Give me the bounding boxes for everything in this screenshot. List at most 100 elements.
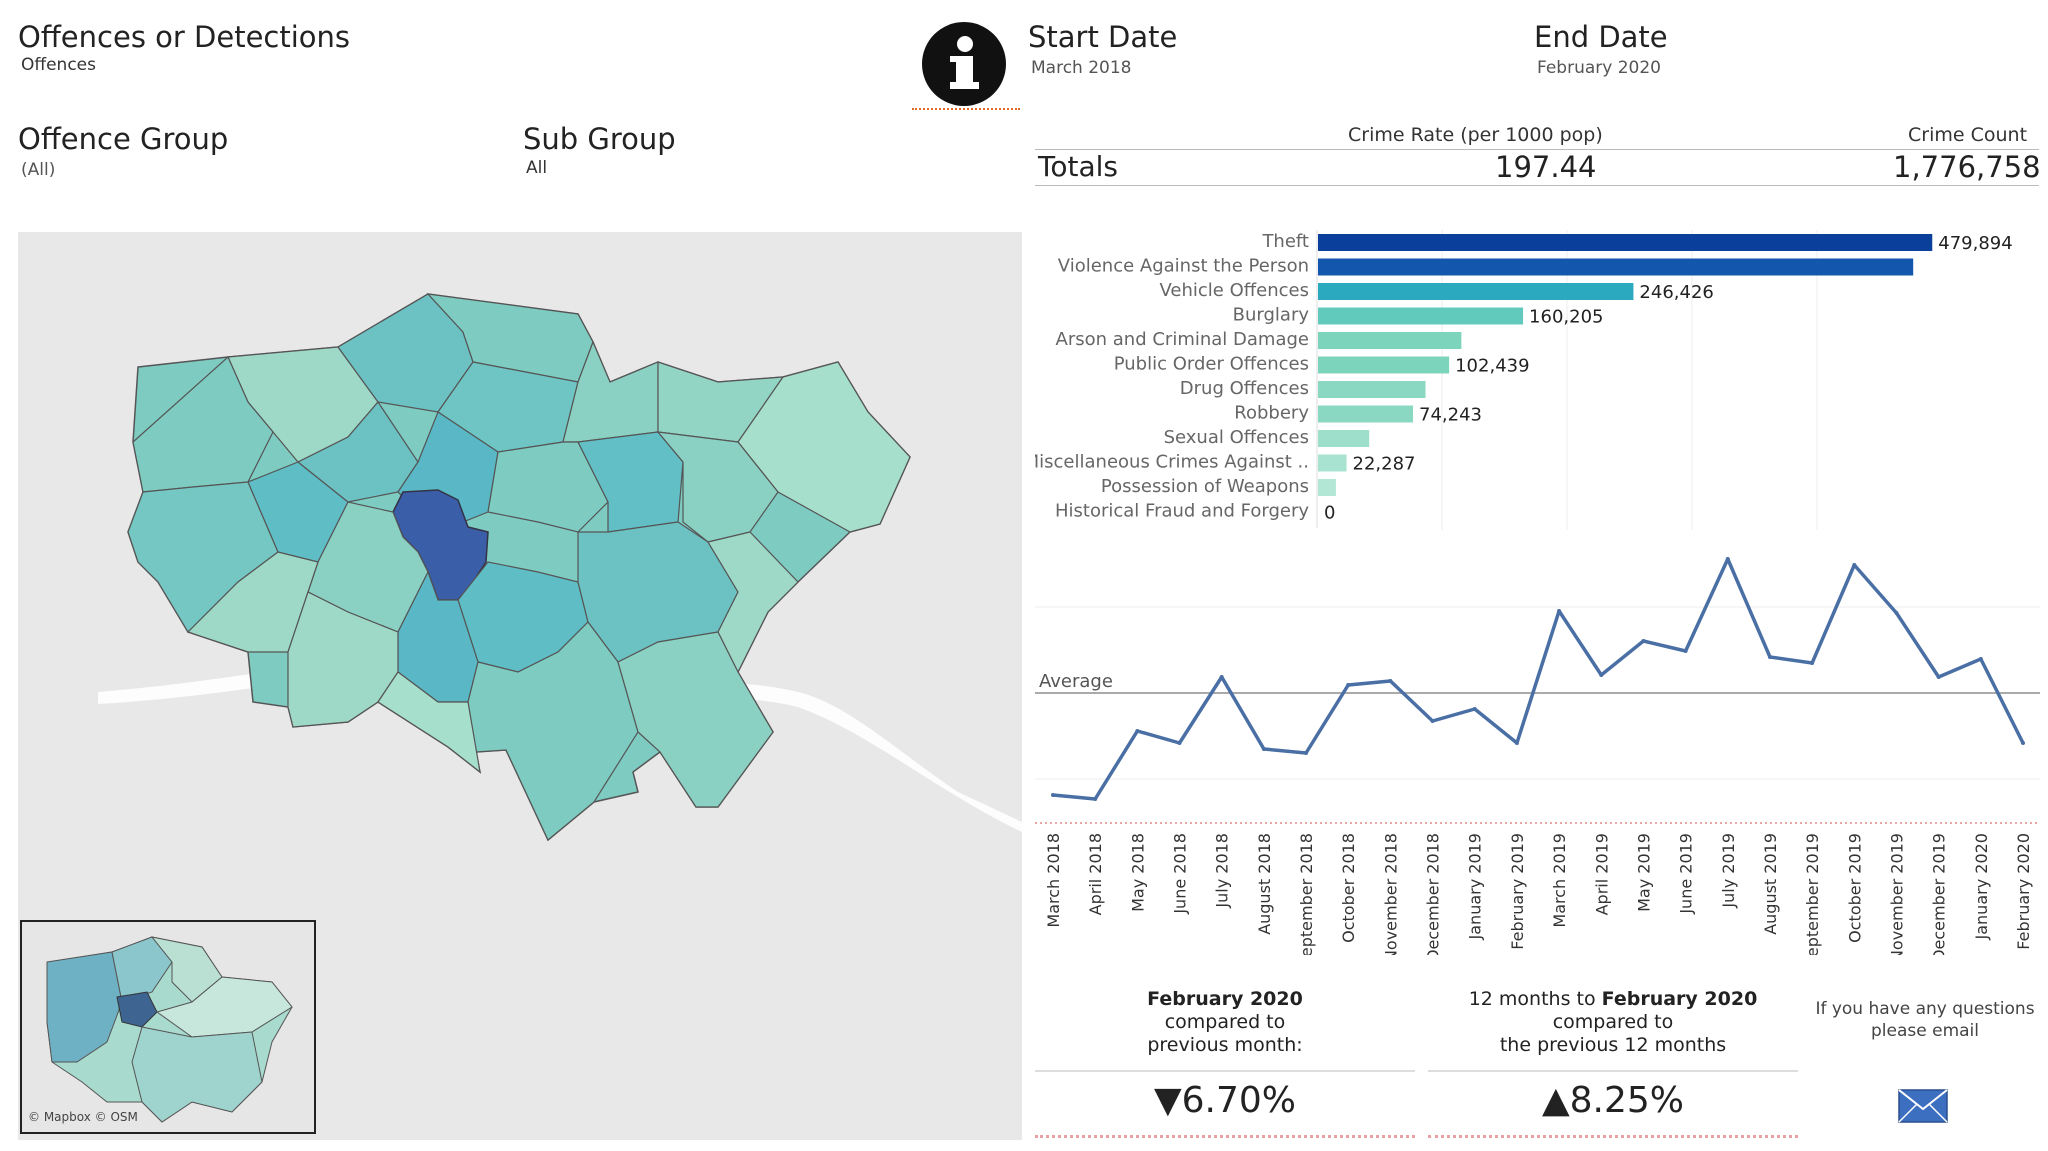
month-tick-label: October 2019 <box>1845 833 1864 943</box>
month-tick-label: November 2019 <box>1887 833 1906 955</box>
month-tick-label: December 2018 <box>1424 833 1443 955</box>
month-tick-label: March 2019 <box>1550 833 1569 928</box>
bar-7[interactable] <box>1318 405 1414 423</box>
kpi-month-line3: previous month: <box>1147 1034 1303 1056</box>
trend-point[interactable] <box>1852 563 1857 567</box>
bar-category-label: Arson and Criminal Damage <box>1056 329 1309 350</box>
month-tick-label: April 2019 <box>1592 833 1611 915</box>
kpi-month-caption: February 2020 compared to previous month… <box>1035 988 1415 1057</box>
offences-or-detections-value[interactable]: Offences <box>21 55 96 75</box>
kpi-month-change: ▼6.70% <box>1153 1080 1297 1121</box>
bar-category-label: Theft <box>1261 231 1309 252</box>
bar-category-label: Burglary <box>1233 305 1310 326</box>
average-label: Average <box>1039 671 1113 692</box>
trend-point[interactable] <box>1557 609 1562 613</box>
bar-0[interactable] <box>1318 234 1933 251</box>
end-date-title: End Date <box>1534 20 1668 54</box>
trend-point[interactable] <box>1767 655 1772 659</box>
trend-point[interactable] <box>1514 741 1519 745</box>
month-tick-label: December 2019 <box>1930 833 1949 955</box>
month-tick-label: May 2018 <box>1128 833 1147 912</box>
kpi-year-period: February 2020 <box>1601 988 1758 1010</box>
trend-point[interactable] <box>1599 673 1604 677</box>
totals-divider-bottom <box>1035 185 2039 186</box>
bar-value-label: 102,439 <box>1455 356 1529 377</box>
month-tick-label: July 2019 <box>1719 833 1738 909</box>
month-tick-label: June 2019 <box>1677 833 1696 915</box>
trend-point[interactable] <box>1978 657 1983 661</box>
start-date-value[interactable]: March 2018 <box>1031 58 1132 78</box>
bar-1[interactable] <box>1318 258 1914 276</box>
bar-category-label: Possession of Weapons <box>1101 476 1309 497</box>
info-underline <box>912 108 1020 110</box>
trend-point[interactable] <box>1894 611 1899 615</box>
month-tick-label: July 2018 <box>1213 833 1232 909</box>
trend-point[interactable] <box>1810 661 1815 665</box>
trend-point[interactable] <box>1472 707 1477 711</box>
bar-category-label: Violence Against the Person <box>1058 256 1309 277</box>
offence-group-title: Offence Group <box>18 122 229 156</box>
bar-9[interactable] <box>1318 454 1347 472</box>
questions-line1: If you have any questions <box>1815 999 2035 1019</box>
month-tick-label: January 2020 <box>1972 833 1991 940</box>
month-tick-label: September 2019 <box>1803 833 1822 955</box>
kpi-year-line3: the previous 12 months <box>1499 1034 1727 1056</box>
kpi-month-period: February 2020 <box>1147 988 1303 1010</box>
bar-category-label: Robbery <box>1234 403 1309 424</box>
mail-icon[interactable] <box>1898 1089 1948 1123</box>
bar-6[interactable] <box>1318 381 1426 398</box>
bar-category-label: Drug Offences <box>1180 378 1309 399</box>
trend-point[interactable] <box>1093 797 1098 801</box>
trend-point[interactable] <box>1219 675 1224 679</box>
sub-group-title: Sub Group <box>523 122 676 156</box>
bar-5[interactable] <box>1318 356 1450 374</box>
monthly-trend-line-chart[interactable]: Average March 2018 April 2018 May 2018 June … <box>1035 535 2045 967</box>
month-tick-label: February 2020 <box>2014 833 2033 950</box>
sub-group-value[interactable]: All <box>526 158 547 178</box>
bar-value-label: 160,205 <box>1529 307 1603 328</box>
bar-category-label: Public Order Offences <box>1114 354 1309 375</box>
crime-rate-header: Crime Rate (per 1000 pop) <box>1348 124 1603 146</box>
trend-point[interactable] <box>1388 679 1393 683</box>
month-tick-label: March 2018 <box>1044 833 1063 928</box>
bar-3[interactable] <box>1318 307 1524 325</box>
bar-value-label: 479,894 <box>1938 233 2012 254</box>
trend-point[interactable] <box>1346 683 1351 687</box>
trend-point[interactable] <box>1936 675 1941 679</box>
trend-point[interactable] <box>2021 741 2025 745</box>
total-crime-rate: 197.44 <box>1495 150 1597 184</box>
bar-2[interactable] <box>1318 283 1634 300</box>
kpi-month-line2: compared to <box>1164 1011 1286 1033</box>
questions-caption: If you have any questions please email <box>1810 998 2040 1042</box>
info-icon[interactable] <box>922 22 1006 106</box>
kpi-month-divider <box>1035 1070 1415 1072</box>
trend-point[interactable] <box>1135 729 1140 733</box>
bar-category-label: Sexual Offences <box>1164 427 1309 448</box>
trend-point[interactable] <box>1725 557 1730 561</box>
kpi-year-change: ▲8.25% <box>1541 1080 1685 1121</box>
bar-4[interactable] <box>1318 332 1462 349</box>
crime-trend-line[interactable] <box>1052 557 2025 801</box>
bar-10[interactable] <box>1318 479 1336 496</box>
month-tick-label: February 2019 <box>1508 833 1527 950</box>
month-tick-label: May 2019 <box>1634 833 1653 912</box>
trend-point[interactable] <box>1641 639 1646 643</box>
trend-point[interactable] <box>1177 741 1182 745</box>
totals-label: Totals <box>1038 150 1118 183</box>
trend-point[interactable] <box>1683 649 1688 653</box>
trend-point[interactable] <box>1304 751 1309 755</box>
map-credit: © Mapbox © OSM <box>28 1110 138 1124</box>
overview-inset-map[interactable] <box>20 920 316 1134</box>
trend-point[interactable] <box>1261 747 1266 751</box>
month-tick-label: November 2018 <box>1381 833 1400 955</box>
kpi-month-underline <box>1035 1135 1415 1138</box>
bar-8[interactable] <box>1318 430 1370 447</box>
trend-point[interactable] <box>1051 793 1055 797</box>
offence-group-bar-chart[interactable]: Theft 479,894 Violence Against the Person V… <box>1024 230 2045 530</box>
total-crime-count: 1,776,758 <box>1893 150 2041 184</box>
trend-point[interactable] <box>1430 719 1435 723</box>
end-date-value[interactable]: February 2020 <box>1537 58 1661 78</box>
kpi-year-underline <box>1428 1135 1798 1138</box>
month-tick-label: June 2018 <box>1171 833 1190 915</box>
offence-group-value[interactable]: (All) <box>21 160 55 180</box>
